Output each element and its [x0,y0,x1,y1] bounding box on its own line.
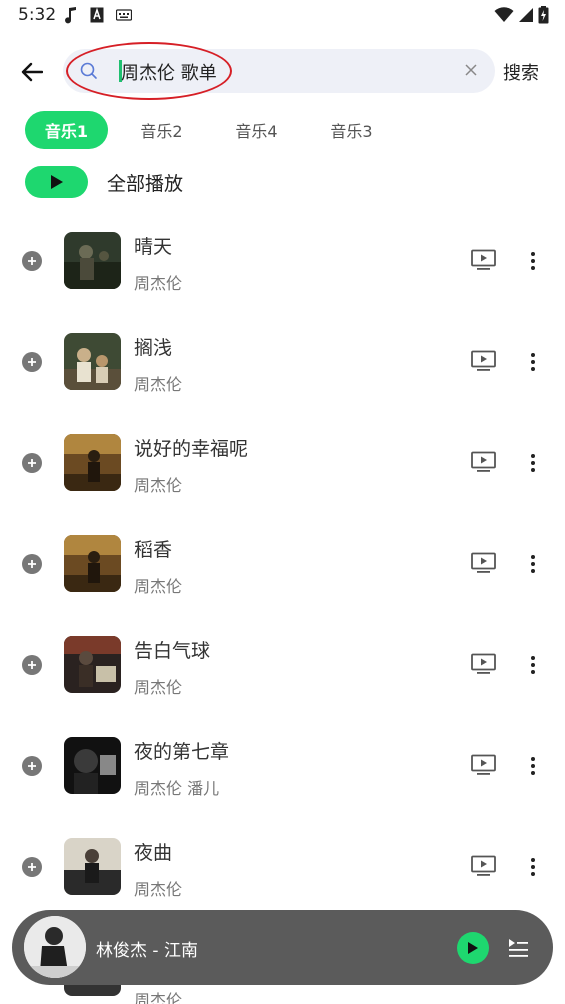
more-options-button[interactable] [523,452,543,474]
song-row[interactable]: 搁浅 周杰伦 [0,311,565,412]
signal-icon [519,8,533,22]
song-list: 晴天 周杰伦 搁浅 周杰伦 说好的幸福呢 周杰伦 稻香 周杰伦 告白气球 周杰伦… [0,210,565,1004]
search-header: 周杰伦 歌单 搜索 [0,42,565,100]
album-cover [64,636,121,693]
wifi-icon [494,7,514,22]
plus-icon [28,863,36,871]
playlist-queue-icon[interactable] [507,936,529,958]
a-badge-icon [90,7,104,23]
song-artist: 周杰伦 [134,880,183,899]
plus-icon [28,762,36,770]
battery-icon [538,6,549,24]
plus-icon [28,560,36,568]
player-play-button[interactable] [457,932,489,964]
add-to-playlist-button[interactable] [22,857,42,877]
mv-icon[interactable] [471,552,496,574]
song-row[interactable]: 夜的第七章 周杰伦 潘儿 [0,715,565,816]
song-title: 晴天 [134,236,173,258]
highlight-ellipse [66,42,232,100]
more-options-button[interactable] [523,553,543,575]
mv-icon[interactable] [471,855,496,877]
plus-icon [28,257,36,265]
back-button[interactable] [16,56,48,88]
song-title: 搁浅 [134,337,173,359]
more-options-button[interactable] [523,755,543,777]
mv-icon[interactable] [471,653,496,675]
song-row[interactable]: 告白气球 周杰伦 [0,614,565,715]
song-title: 说好的幸福呢 [134,438,249,460]
status-bar: 5:32 [0,0,565,32]
album-cover [64,737,121,794]
add-to-playlist-button[interactable] [22,251,42,271]
album-cover [64,333,121,390]
tab-music1[interactable]: 音乐1 [25,111,108,149]
song-artist: 周杰伦 [134,991,183,1004]
mv-icon[interactable] [471,249,496,271]
tab-music2[interactable]: 音乐2 [120,111,203,149]
source-tabs: 音乐1 音乐2 音乐4 音乐3 [25,111,405,149]
more-options-button[interactable] [523,654,543,676]
plus-icon [28,459,36,467]
now-playing-cover[interactable] [24,916,86,978]
add-to-playlist-button[interactable] [22,453,42,473]
tab-music3[interactable]: 音乐3 [310,111,393,149]
add-to-playlist-button[interactable] [22,655,42,675]
now-playing-title[interactable]: 林俊杰 - 江南 [96,936,198,961]
status-time: 5:32 [18,5,57,25]
play-all-label[interactable]: 全部播放 [107,169,183,196]
clear-search-button[interactable] [460,59,482,81]
song-artist: 周杰伦 [134,678,183,697]
play-all-button[interactable] [25,166,88,198]
song-title: 稻香 [134,539,173,561]
search-submit-button[interactable]: 搜索 [503,59,539,85]
song-artist: 周杰伦 [134,274,183,293]
song-row[interactable]: 夜曲 周杰伦 [0,816,565,917]
play-icon [50,175,63,189]
song-artist: 周杰伦 潘儿 [134,779,220,798]
plus-icon [28,358,36,366]
clear-icon [465,64,477,76]
song-title: 夜曲 [134,842,173,864]
add-to-playlist-button[interactable] [22,554,42,574]
mv-icon[interactable] [471,754,496,776]
play-icon [468,942,478,954]
tab-music4[interactable]: 音乐4 [215,111,298,149]
back-arrow-icon [21,62,43,82]
add-to-playlist-button[interactable] [22,352,42,372]
mv-icon[interactable] [471,350,496,372]
add-to-playlist-button[interactable] [22,756,42,776]
mini-player[interactable]: 林俊杰 - 江南 [12,910,553,985]
song-title: 告白气球 [134,640,211,662]
album-cover [64,232,121,289]
album-cover [64,535,121,592]
song-artist: 周杰伦 [134,577,183,596]
song-artist: 周杰伦 [134,476,183,495]
song-artist: 周杰伦 [134,375,183,394]
music-note-icon [65,7,76,24]
song-title: 夜的第七章 [134,741,230,763]
album-cover [64,838,121,895]
more-options-button[interactable] [523,856,543,878]
mv-icon[interactable] [471,451,496,473]
song-row[interactable]: 说好的幸福呢 周杰伦 [0,412,565,513]
more-options-button[interactable] [523,351,543,373]
keyboard-icon [116,9,132,21]
song-row[interactable]: 稻香 周杰伦 [0,513,565,614]
song-row[interactable]: 晴天 周杰伦 [0,210,565,311]
more-options-button[interactable] [523,250,543,272]
album-cover [64,434,121,491]
play-all-row: 全部播放 [25,166,183,198]
plus-icon [28,661,36,669]
